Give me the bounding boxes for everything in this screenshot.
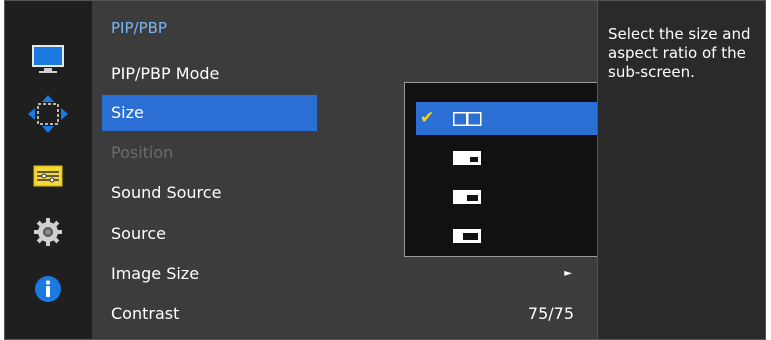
- menu-item-label: Source: [111, 224, 166, 243]
- pip-large-icon: [453, 229, 481, 243]
- menu-title: PIP/PBP: [111, 19, 167, 37]
- settings-sliders-icon[interactable]: [26, 156, 70, 196]
- menu-item-label: Image Size: [111, 264, 200, 283]
- check-icon: ✔: [420, 108, 435, 128]
- submenu-arrow-icon: ►: [564, 268, 572, 279]
- pip-small-icon: [453, 151, 481, 165]
- menu-item-label: Size: [111, 103, 144, 122]
- menu-item-label: PIP/PBP Mode: [111, 64, 220, 83]
- picture-icon[interactable]: [26, 39, 70, 79]
- pip-medium-icon: [453, 190, 481, 204]
- gear-icon[interactable]: [26, 212, 70, 252]
- help-text: Select the size and aspect ratio of the …: [608, 25, 751, 81]
- help-panel: Select the size and aspect ratio of the …: [597, 1, 765, 339]
- menu-item-label: Position: [111, 143, 174, 162]
- contrast-value: 75/75: [527, 304, 574, 323]
- osd-window: PIP/PBP PIP/PBP Mode Size Position Sound…: [4, 0, 766, 340]
- info-icon[interactable]: [26, 269, 70, 309]
- menu-item-label: Sound Source: [111, 183, 222, 202]
- menu-item-label: Contrast: [111, 304, 180, 323]
- menu-item-contrast[interactable]: Contrast 75/75: [102, 296, 592, 332]
- pbp-side-by-side-icon: [453, 112, 482, 126]
- pip-pbp-menu: PIP/PBP PIP/PBP Mode Size Position Sound…: [92, 1, 669, 339]
- menu-item-size[interactable]: Size: [102, 95, 317, 131]
- pip-move-icon[interactable]: [26, 94, 70, 134]
- menu-item-image-size[interactable]: Image Size ►: [102, 256, 592, 292]
- icon-rail: [5, 1, 92, 339]
